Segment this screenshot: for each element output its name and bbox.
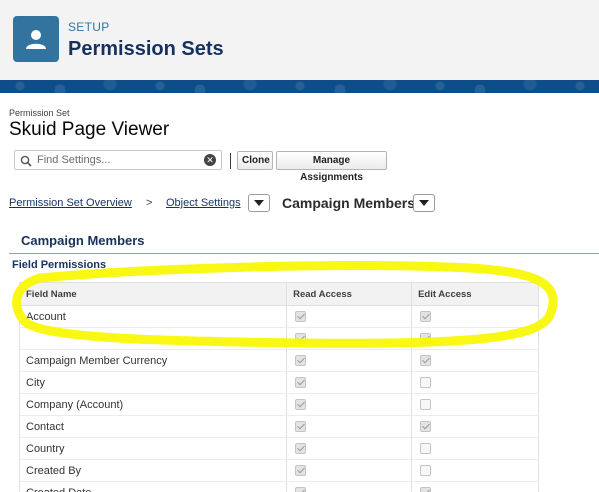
edit-access-checkbox [420, 421, 432, 433]
toolbar-divider [230, 153, 231, 169]
edit-access-cell [411, 437, 539, 460]
section-divider [9, 253, 599, 254]
field-name-cell [18, 327, 288, 350]
edit-access-cell [411, 393, 539, 416]
search-icon [20, 154, 32, 172]
edit-access-cell [411, 371, 539, 394]
read-access-cell [286, 415, 413, 438]
breadcrumb-object-settings-link[interactable]: Object Settings [166, 197, 241, 209]
search-box[interactable]: ✕ [14, 150, 222, 170]
read-access-cell [286, 349, 413, 372]
read-access-cell [286, 459, 413, 482]
header-eyebrow: SETUP [68, 20, 110, 34]
read-access-cell [286, 393, 413, 416]
read-access-checkbox [295, 333, 307, 345]
table-row: Campaign Member Currency [18, 349, 539, 372]
field-name-cell: Country [18, 437, 288, 460]
table-header-row: Field Name Read Access Edit Access [18, 282, 539, 306]
field-name-cell: Contact [18, 415, 288, 438]
edit-access-cell [411, 305, 539, 328]
field-name-cell: Campaign Member Currency [18, 349, 288, 372]
permission-set-title: Skuid Page Viewer [9, 119, 170, 140]
read-access-checkbox [295, 421, 307, 433]
read-access-checkbox [295, 311, 307, 323]
table-body: Account Campaign Member Currency City Compa… [18, 305, 539, 492]
search-input[interactable] [37, 153, 197, 167]
column-header-read-access: Read Access [286, 282, 413, 306]
field-permissions-title: Field Permissions [12, 259, 107, 271]
read-access-checkbox [295, 399, 307, 411]
table-row: Created Date [18, 481, 539, 492]
clear-icon[interactable]: ✕ [204, 154, 216, 166]
manage-assignments-button[interactable]: Manage Assignments [276, 151, 387, 183]
table-row [18, 327, 539, 350]
chevron-down-icon [254, 200, 264, 206]
table-row: Country [18, 437, 539, 460]
edit-access-checkbox [420, 399, 432, 411]
breadcrumb: Permission Set Overview > Object Setting… [9, 193, 599, 215]
breadcrumb-separator: > [146, 197, 153, 209]
object-settings-dropdown-button[interactable] [248, 194, 270, 212]
table-row: Company (Account) [18, 393, 539, 416]
edit-access-checkbox [420, 355, 432, 367]
read-access-checkbox [295, 377, 307, 389]
brand-band [0, 80, 599, 93]
edit-access-cell [411, 459, 539, 482]
section-title: Campaign Members [21, 233, 145, 248]
field-name-cell: Account [18, 305, 288, 328]
field-name-cell: Created Date [18, 481, 288, 492]
edit-access-checkbox [420, 333, 432, 345]
user-icon [13, 16, 59, 62]
object-dropdown-button[interactable] [413, 194, 435, 212]
field-name-cell: Company (Account) [18, 393, 288, 416]
permission-set-eyebrow: Permission Set [9, 108, 70, 118]
edit-access-checkbox [420, 465, 432, 477]
permission-set-card: Permission Set Skuid Page Viewer ✕ Clone… [0, 93, 599, 492]
read-access-cell [286, 371, 413, 394]
read-access-checkbox [295, 443, 307, 455]
edit-access-checkbox [420, 443, 432, 455]
edit-access-cell [411, 481, 539, 492]
edit-access-cell [411, 327, 539, 350]
edit-access-checkbox [420, 487, 432, 492]
column-header-edit-access: Edit Access [411, 282, 539, 306]
clone-button[interactable]: Clone [237, 151, 273, 170]
table-row: Created By [18, 459, 539, 482]
table-row: City [18, 371, 539, 394]
edit-access-checkbox [420, 377, 432, 389]
read-access-checkbox [295, 487, 307, 492]
breadcrumb-overview-link[interactable]: Permission Set Overview [9, 197, 132, 209]
column-header-field-name: Field Name [18, 282, 288, 306]
page-title: Permission Sets [68, 38, 224, 60]
chevron-down-icon [419, 200, 429, 206]
read-access-cell [286, 305, 413, 328]
edit-access-checkbox [420, 311, 432, 323]
read-access-cell [286, 327, 413, 350]
edit-access-cell [411, 349, 539, 372]
field-permissions-table: Field Name Read Access Edit Access Accou… [18, 282, 539, 492]
read-access-cell [286, 437, 413, 460]
table-row: Account [18, 305, 539, 328]
page: SETUP Permission Sets Permission Set Sku… [0, 0, 599, 492]
read-access-checkbox [295, 465, 307, 477]
breadcrumb-current: Campaign Members [282, 195, 416, 211]
field-name-cell: Created By [18, 459, 288, 482]
field-name-cell: City [18, 371, 288, 394]
table-row: Contact [18, 415, 539, 438]
read-access-checkbox [295, 355, 307, 367]
edit-access-cell [411, 415, 539, 438]
read-access-cell [286, 481, 413, 492]
setup-header: SETUP Permission Sets [0, 0, 599, 80]
